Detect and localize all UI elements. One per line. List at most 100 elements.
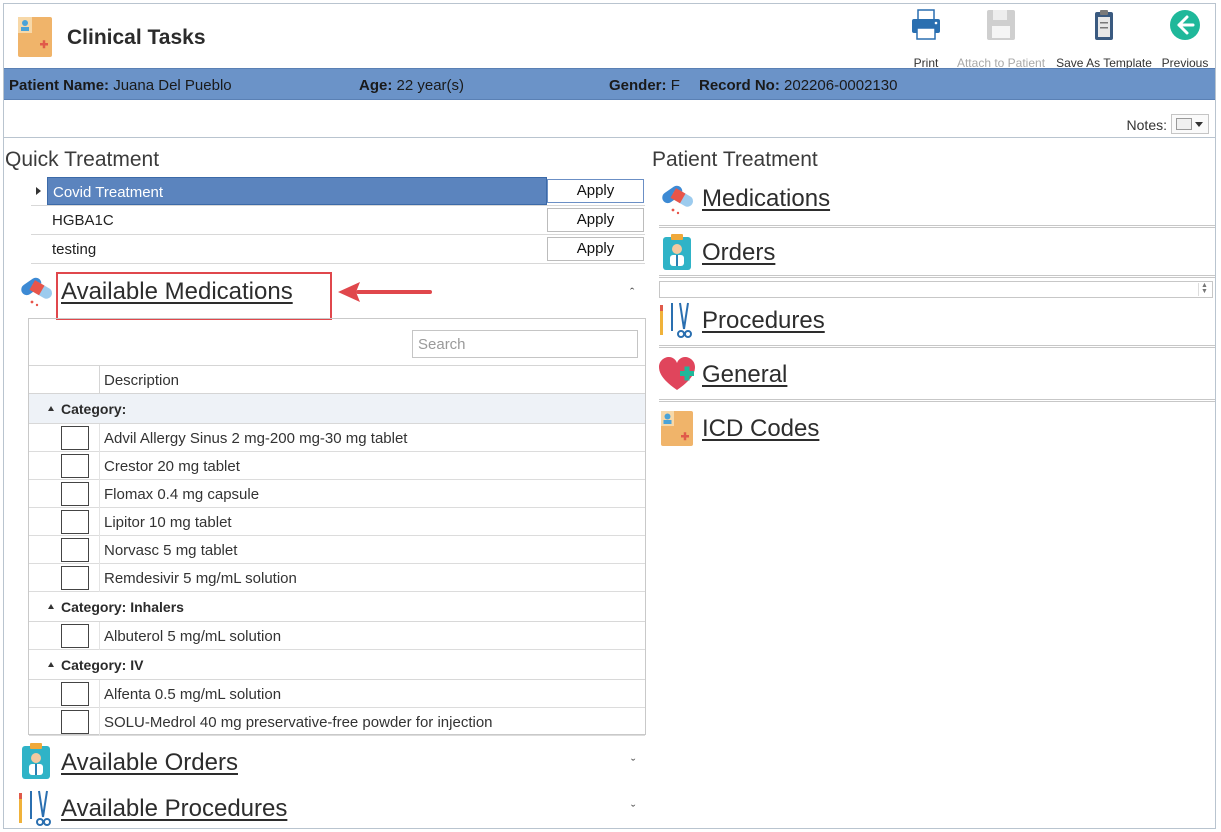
category-group-row[interactable]: Category: IV [29, 650, 645, 680]
annotation-arrow [338, 282, 432, 302]
age-label: Age: [359, 77, 393, 94]
patient-name-label: Patient Name: [9, 77, 110, 94]
medication-description: Crestor 20 mg tablet [104, 458, 240, 475]
column-divider [99, 622, 100, 650]
available-medications-grid: Search Description Category: Advil Aller… [28, 318, 646, 736]
medication-description: Remdesivir 5 mg/mL solution [104, 570, 297, 587]
gender-label: Gender: [609, 77, 667, 94]
medication-description: Albuterol 5 mg/mL solution [104, 628, 282, 645]
attach-to-patient-button[interactable]: Attach to Patient [954, 8, 1048, 70]
quick-treatment-name: Covid Treatment [47, 177, 547, 205]
select-checkbox[interactable] [61, 538, 89, 562]
patient-general-header[interactable]: General [702, 361, 787, 389]
annotation-highlight-box [56, 272, 332, 320]
quick-treatment-name: testing [52, 241, 97, 258]
select-checkbox[interactable] [61, 624, 89, 648]
quick-treatment-row[interactable]: testing Apply [31, 235, 645, 264]
general-heart-plus-icon [659, 357, 695, 390]
patient-name-value: Juana Del Pueblo [113, 77, 232, 94]
expand-triangle-icon [48, 406, 54, 411]
grid-header: Description [29, 365, 645, 394]
category-label: Category: Inhalers [61, 599, 184, 615]
medication-row[interactable]: Lipitor 10 mg tablet [29, 508, 645, 536]
medication-description: Lipitor 10 mg tablet [104, 514, 232, 531]
gender-field: Gender: F [609, 77, 680, 94]
description-column-header[interactable]: Description [104, 372, 179, 389]
medication-row[interactable]: Albuterol 5 mg/mL solution [29, 622, 645, 650]
spin-arrows-icon[interactable]: ▲ ▼ [1198, 282, 1210, 296]
available-procedures-header[interactable]: Available Procedures [61, 795, 287, 823]
category-group-row[interactable]: Category: [29, 394, 645, 424]
header: Clinical Tasks Print Attach to Patient S… [4, 4, 1215, 70]
column-divider [99, 536, 100, 564]
record-no-label: Record No: [699, 77, 780, 94]
medication-row[interactable]: Norvasc 5 mg tablet [29, 536, 645, 564]
quick-treatment-row[interactable]: HGBA1C Apply [31, 206, 645, 235]
apply-button[interactable]: Apply [547, 237, 644, 261]
save-as-template-button[interactable]: Save As Template [1056, 8, 1152, 70]
row-indicator [31, 206, 45, 234]
previous-button[interactable]: Previous [1159, 8, 1211, 70]
select-checkbox[interactable] [61, 454, 89, 478]
select-checkbox[interactable] [61, 426, 89, 450]
column-divider [99, 366, 100, 394]
apply-button[interactable]: Apply [547, 208, 644, 232]
page-title: Clinical Tasks [67, 26, 206, 49]
print-button[interactable]: Print [902, 8, 950, 70]
procedures-surgical-tools-icon [660, 302, 692, 338]
medication-description: Flomax 0.4 mg capsule [104, 486, 260, 503]
orders-doctor-clipboard-icon [663, 234, 691, 270]
select-checkbox[interactable] [61, 510, 89, 534]
notes-dropdown[interactable] [1171, 114, 1209, 134]
medications-pills-icon [662, 185, 694, 215]
medication-row[interactable]: SOLU-Medrol 40 mg preservative-free powd… [29, 708, 645, 736]
medication-row[interactable]: Remdesivir 5 mg/mL solution [29, 564, 645, 592]
age-value: 22 year(s) [396, 77, 465, 94]
expand-chevron-down-icon[interactable]: ˇ [631, 756, 635, 771]
column-divider [99, 708, 100, 736]
record-no-value: 202206-0002130 [784, 77, 898, 94]
save-disk-icon [987, 10, 1015, 40]
patient-orders-header[interactable]: Orders [702, 239, 775, 267]
clipboard-template-icon [1095, 10, 1113, 40]
quick-treatment-row[interactable]: Covid Treatment Apply [31, 177, 645, 206]
patient-medications-header[interactable]: Medications [702, 185, 830, 213]
expand-chevron-down-icon[interactable]: ˇ [631, 802, 635, 817]
medication-row[interactable]: Crestor 20 mg tablet [29, 452, 645, 480]
medication-description: Alfenta 0.5 mg/mL solution [104, 686, 282, 703]
select-checkbox[interactable] [61, 482, 89, 506]
apply-button[interactable]: Apply [547, 179, 644, 203]
section-separator [659, 399, 1215, 402]
medication-row[interactable]: Advil Allergy Sinus 2 mg-200 mg-30 mg ta… [29, 424, 645, 452]
notes-icon [1176, 118, 1192, 130]
orders-spin-field[interactable]: ▲ ▼ [659, 281, 1213, 298]
select-checkbox[interactable] [61, 682, 89, 706]
patient-name-field: Patient Name: Juana Del Pueblo [9, 77, 232, 94]
patient-icd-codes-header[interactable]: ICD Codes [702, 415, 819, 443]
back-arrow-icon [1170, 10, 1200, 40]
collapse-chevron-up-icon[interactable]: ˆ [630, 285, 634, 300]
section-separator [659, 225, 1215, 228]
quick-treatment-grid: Covid Treatment Apply HGBA1C Apply testi… [31, 177, 645, 264]
select-checkbox[interactable] [61, 566, 89, 590]
category-label: Category: IV [61, 657, 144, 673]
clinical-tasks-app-icon [18, 17, 52, 57]
column-divider [99, 680, 100, 708]
category-group-row[interactable]: Category: Inhalers [29, 592, 645, 622]
printer-icon [912, 9, 940, 40]
row-indicator [31, 235, 45, 263]
medication-row[interactable]: Alfenta 0.5 mg/mL solution [29, 680, 645, 708]
orders-doctor-clipboard-icon [22, 743, 50, 779]
patient-procedures-header[interactable]: Procedures [702, 307, 825, 335]
patient-info-bar: Patient Name: Juana Del Pueblo Age: 22 y… [4, 68, 1215, 100]
category-label: Category: [61, 401, 127, 417]
expand-triangle-icon [48, 604, 54, 609]
patient-treatment-title: Patient Treatment [652, 148, 818, 171]
grid-rows: Category: Advil Allergy Sinus 2 mg-200 m… [29, 394, 645, 736]
select-checkbox[interactable] [61, 710, 89, 734]
available-orders-header[interactable]: Available Orders [61, 749, 238, 777]
search-input[interactable]: Search [412, 330, 638, 358]
section-separator [659, 275, 1215, 278]
medication-row[interactable]: Flomax 0.4 mg capsule [29, 480, 645, 508]
age-field: Age: 22 year(s) [359, 77, 464, 94]
